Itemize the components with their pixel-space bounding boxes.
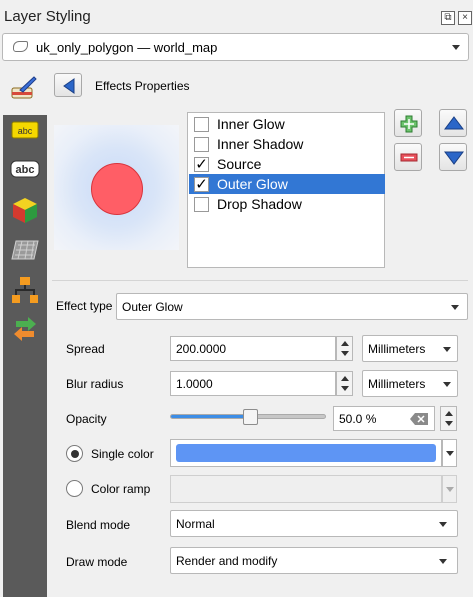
effect-label: Inner Glow — [217, 116, 285, 132]
color-ramp-menu-button — [442, 475, 457, 503]
stepper-down-icon[interactable] — [340, 351, 349, 356]
chevron-down-icon — [445, 487, 454, 492]
chevron-down-icon — [439, 522, 447, 527]
divider — [52, 280, 468, 281]
effect-checkbox[interactable] — [194, 137, 209, 152]
draw-mode-value: Render and modify — [176, 554, 278, 568]
stepper-down-icon[interactable] — [444, 421, 453, 426]
stepper-up-icon[interactable] — [444, 411, 453, 416]
add-effect-button[interactable] — [394, 109, 422, 137]
layer-selector-value: uk_only_polygon — world_map — [36, 40, 218, 55]
effect-item-drop-shadow[interactable]: Drop Shadow — [189, 194, 385, 214]
opacity-label: Opacity — [66, 412, 107, 426]
history-arrow-icon[interactable] — [10, 315, 40, 345]
label-abc-outline-icon[interactable]: abc — [10, 157, 40, 187]
add-effect-icon — [400, 115, 418, 133]
chevron-down-icon — [452, 45, 460, 50]
color-swatch — [176, 444, 436, 462]
effect-type-label: Effect type — [56, 299, 113, 313]
move-up-icon — [444, 116, 464, 130]
chevron-down-icon — [445, 451, 454, 456]
draw-mode-combo[interactable]: Render and modify — [170, 547, 458, 574]
back-button[interactable] — [54, 73, 82, 97]
chevron-down-icon — [443, 347, 451, 352]
spread-value: 200.0000 — [176, 342, 227, 356]
title-bar: Layer Styling ⧉ × — [0, 0, 473, 30]
stepper-down-icon[interactable] — [340, 386, 349, 391]
back-arrow-icon — [63, 78, 75, 94]
blur-radius-input[interactable]: 1.0000 — [170, 371, 336, 396]
polygon-layer-icon — [13, 41, 28, 52]
blur-radius-unit-value: Millimeters — [368, 377, 426, 391]
color-ramp-radio[interactable] — [66, 480, 83, 497]
blur-radius-label: Blur radius — [66, 377, 124, 391]
clear-icon[interactable] — [410, 413, 428, 425]
chevron-down-icon — [443, 382, 451, 387]
chevron-down-icon — [451, 305, 459, 310]
spread-unit-value: Millimeters — [368, 342, 426, 356]
style-sidebar: abc abc — [3, 115, 47, 597]
svg-text:abc: abc — [16, 164, 35, 176]
opacity-value: 50.0 % — [339, 412, 377, 426]
spread-input[interactable]: 200.0000 — [170, 336, 336, 361]
3d-cube-icon[interactable] — [10, 195, 40, 225]
color-ramp-button — [170, 475, 442, 503]
effects-list: Inner Glow Inner Shadow ✓ Source ✓ Outer… — [187, 112, 385, 268]
stepper-up-icon[interactable] — [340, 376, 349, 381]
opacity-slider-handle[interactable] — [242, 409, 258, 425]
opacity-slider-fill — [171, 415, 248, 418]
effect-label: Drop Shadow — [217, 196, 302, 212]
blend-mode-label: Blend mode — [66, 518, 131, 532]
chevron-down-icon — [439, 559, 447, 564]
window-title: Layer Styling — [4, 8, 91, 25]
effect-label: Outer Glow — [217, 176, 288, 192]
color-picker-button[interactable] — [170, 439, 442, 467]
effect-item-outer-glow[interactable]: ✓ Outer Glow — [189, 174, 385, 194]
blur-radius-stepper[interactable] — [336, 371, 353, 396]
effect-item-inner-shadow[interactable]: Inner Shadow — [189, 134, 385, 154]
single-color-radio[interactable] — [66, 445, 83, 462]
blend-mode-value: Normal — [176, 517, 215, 531]
effect-type-combo[interactable]: Outer Glow — [116, 293, 468, 320]
color-menu-button[interactable] — [442, 439, 457, 467]
3d-map-icon[interactable] — [10, 235, 40, 265]
effect-preview — [54, 125, 179, 250]
blur-radius-unit-combo[interactable]: Millimeters — [362, 370, 458, 397]
blur-radius-value: 1.0000 — [176, 377, 213, 391]
effect-label: Source — [217, 156, 262, 172]
radio-selected-dot — [70, 449, 79, 458]
move-up-button[interactable] — [439, 109, 467, 137]
close-icon[interactable]: × — [458, 11, 472, 25]
layer-selector[interactable]: uk_only_polygon — world_map — [2, 33, 469, 61]
diagram-icon[interactable] — [10, 275, 40, 305]
spread-label: Spread — [66, 342, 105, 356]
effects-properties-title: Effects Properties — [95, 79, 190, 93]
effect-checkbox[interactable] — [194, 117, 209, 132]
blend-mode-combo[interactable]: Normal — [170, 510, 458, 537]
opacity-input[interactable]: 50.0 % — [333, 406, 435, 431]
spread-unit-combo[interactable]: Millimeters — [362, 335, 458, 362]
draw-mode-label: Draw mode — [66, 555, 128, 569]
effect-label: Inner Shadow — [217, 136, 304, 152]
single-color-label: Single color — [91, 447, 154, 461]
move-down-icon — [444, 151, 464, 165]
float-window-icon[interactable]: ⧉ — [441, 11, 455, 25]
spread-stepper[interactable] — [336, 336, 353, 361]
remove-effect-icon — [400, 153, 418, 162]
effect-checkbox[interactable] — [194, 197, 209, 212]
effect-item-inner-glow[interactable]: Inner Glow — [189, 114, 385, 134]
remove-effect-button[interactable] — [394, 143, 422, 171]
effect-type-value: Outer Glow — [122, 300, 183, 314]
svg-text:abc: abc — [18, 126, 33, 136]
color-ramp-label: Color ramp — [91, 482, 151, 496]
move-down-button[interactable] — [439, 143, 467, 171]
effect-checkbox[interactable]: ✓ — [194, 177, 209, 192]
stepper-up-icon[interactable] — [340, 341, 349, 346]
effect-checkbox[interactable]: ✓ — [194, 157, 209, 172]
label-abc-icon[interactable]: abc — [10, 118, 40, 148]
effect-item-source[interactable]: ✓ Source — [189, 154, 385, 174]
paint-brush-icon[interactable] — [10, 74, 38, 102]
preview-symbol — [91, 163, 143, 215]
opacity-stepper[interactable] — [440, 406, 457, 431]
